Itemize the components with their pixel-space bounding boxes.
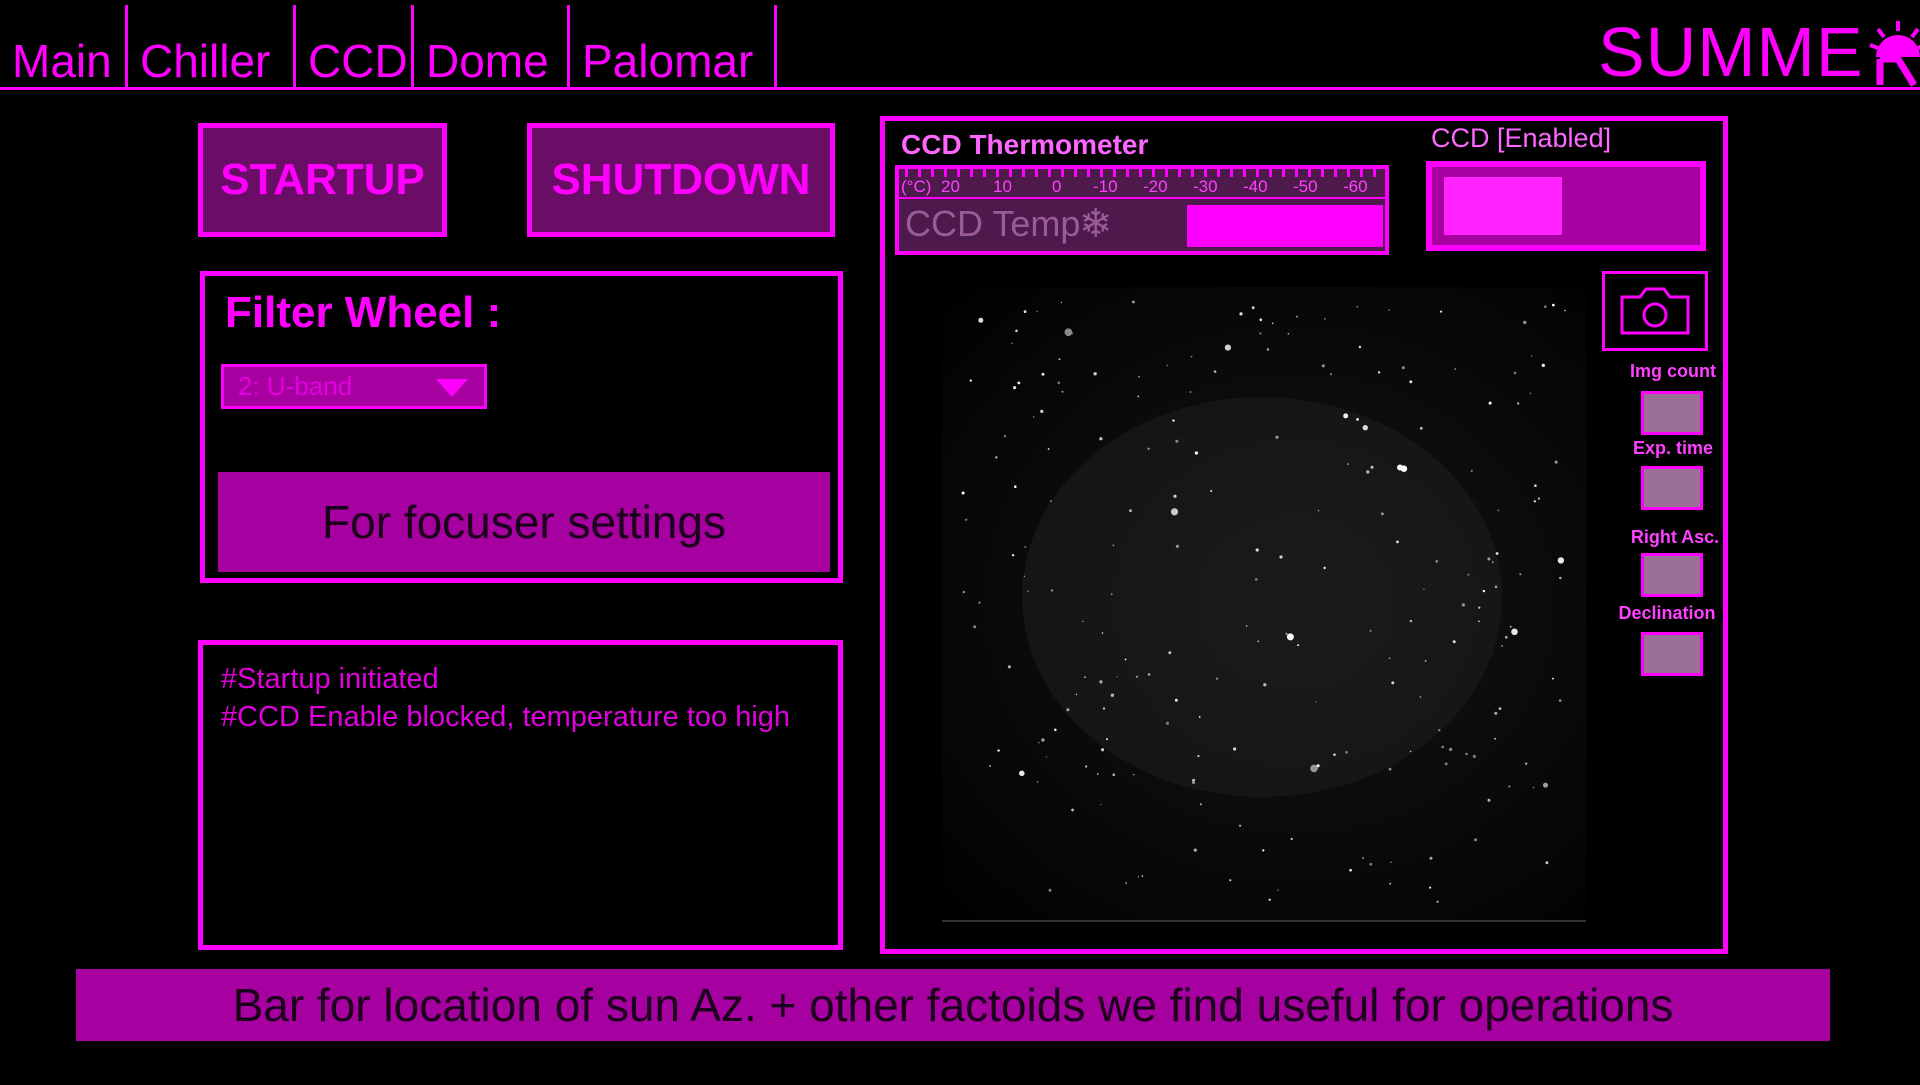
exp-time-label: Exp. time — [1632, 438, 1714, 458]
logo-text: SUMME — [1598, 13, 1864, 91]
log-line: #Startup initiated — [221, 663, 439, 695]
ccd-image-preview — [942, 287, 1586, 922]
scale-tick-label: 10 — [993, 177, 1012, 196]
sky-stars — [961, 300, 1566, 903]
ccd-temp-label: CCD Temp — [905, 203, 1081, 244]
scale-tick-label: 20 — [941, 177, 960, 196]
scale-unit: (°C) — [901, 177, 932, 196]
declination-input[interactable] — [1641, 632, 1703, 676]
img-count-input[interactable] — [1641, 391, 1703, 435]
ccd-thermometer: (°C) 20 10 0 -10 -20 -30 -40 -50 -60 CCD… — [895, 165, 1389, 255]
sun-info-bar: Bar for location of sun Az. + other fact… — [76, 969, 1830, 1041]
chevron-down-icon — [436, 379, 468, 397]
temperature-bar — [1187, 205, 1383, 247]
summer-logo: SUMME — [1598, 12, 1920, 92]
exp-time-input[interactable] — [1641, 466, 1703, 510]
tab-dome[interactable]: Dome — [411, 5, 569, 90]
tab-ccd[interactable]: CCD — [293, 5, 413, 90]
right-asc-input[interactable] — [1641, 553, 1703, 597]
capture-button[interactable] — [1602, 271, 1708, 351]
temperature-scale: (°C) 20 10 0 -10 -20 -30 -40 -50 -60 — [899, 169, 1385, 199]
log-panel: #Startup initiated #CCD Enable blocked, … — [198, 640, 843, 950]
focuser-settings-button[interactable]: For focuser settings — [218, 472, 830, 572]
startup-button[interactable]: STARTUP — [198, 123, 447, 237]
toggle-knob — [1444, 177, 1562, 235]
camera-panel: CCD Thermometer (°C) 20 10 0 -10 -20 -30… — [880, 116, 1728, 954]
tab-bar: Main Chiller CCD Dome Palomar SUMME — [0, 0, 1920, 92]
ccd-status-title: CCD [Enabled] — [1431, 123, 1612, 153]
thermometer-title: CCD Thermometer — [901, 129, 1149, 160]
scale-tick-label: 0 — [1052, 177, 1062, 196]
log-line: #CCD Enable blocked, temperature too hig… — [221, 701, 791, 733]
sun-r-logo-icon — [1868, 17, 1920, 87]
snowflake-icon: ❄ — [1079, 202, 1113, 246]
declination-label: Declination — [1618, 603, 1716, 623]
scale-tick-label: -60 — [1343, 177, 1368, 196]
camera-icon — [1620, 287, 1690, 335]
img-count-label: Img count — [1630, 361, 1716, 381]
scale-ticks — [905, 169, 1379, 177]
filter-wheel-panel: Filter Wheel : 2: U-band For focuser set… — [200, 271, 843, 583]
shutdown-button[interactable]: SHUTDOWN — [527, 123, 835, 237]
scale-tick-label: -50 — [1293, 177, 1318, 196]
right-asc-label: Right Asc. — [1630, 527, 1720, 547]
filter-wheel-title: Filter Wheel : — [225, 288, 502, 337]
scale-tick-label: -30 — [1193, 177, 1218, 196]
tab-main[interactable]: Main — [0, 5, 126, 90]
summer-main-screen: Main Chiller CCD Dome Palomar SUMME STAR… — [0, 0, 1920, 1085]
tab-palomar[interactable]: Palomar — [567, 5, 777, 90]
tab-chiller[interactable]: Chiller — [125, 5, 295, 90]
filter-select-value: 2: U-band — [238, 371, 353, 401]
scale-tick-label: -40 — [1243, 177, 1268, 196]
scale-tick-label: -20 — [1143, 177, 1168, 196]
scale-tick-label: -10 — [1093, 177, 1118, 196]
ccd-enable-toggle[interactable] — [1426, 161, 1706, 251]
filter-select[interactable]: 2: U-band — [221, 364, 487, 409]
